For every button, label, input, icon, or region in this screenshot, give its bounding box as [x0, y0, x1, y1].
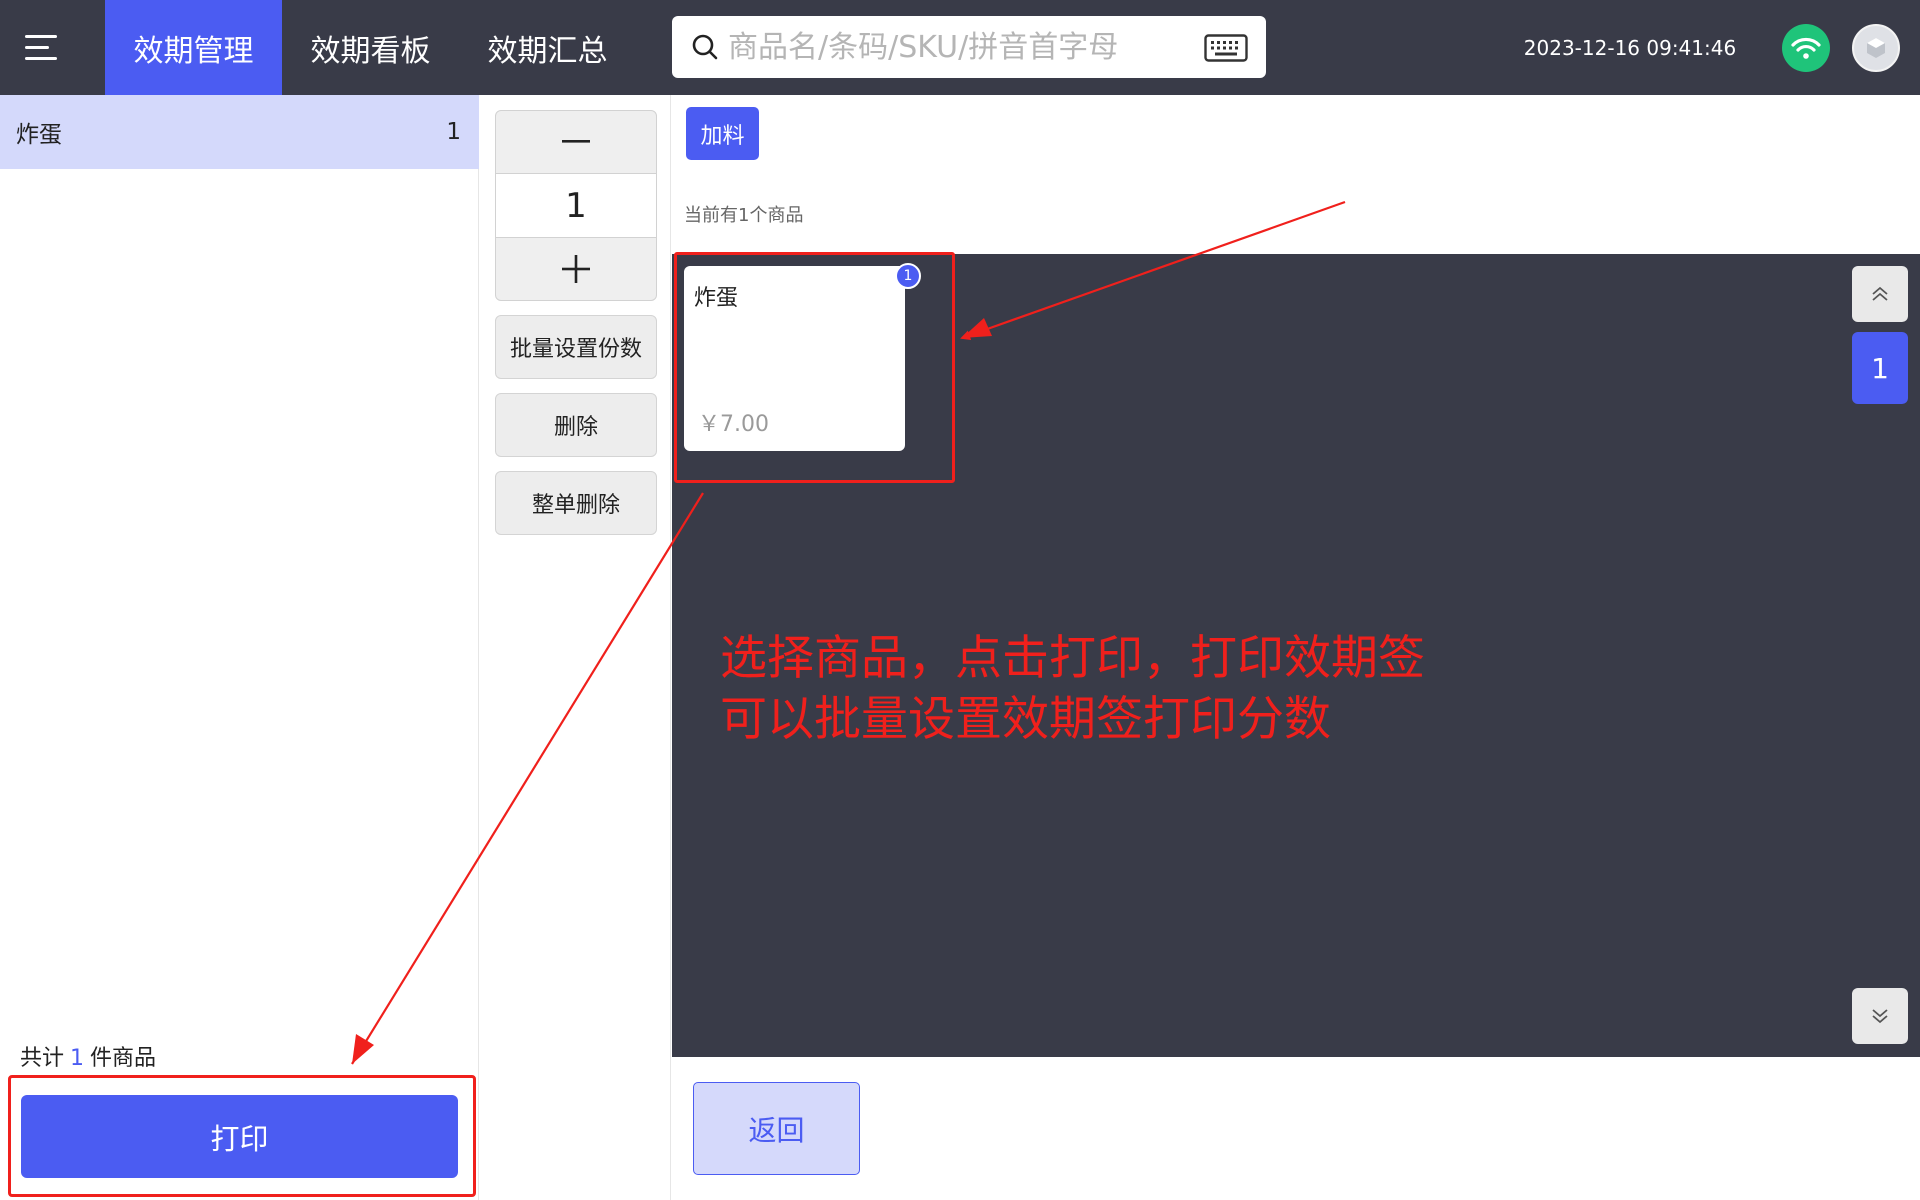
- tab-expiry-board[interactable]: 效期看板: [282, 0, 459, 95]
- tab-expiry-management[interactable]: 效期管理: [105, 0, 282, 95]
- tab-expiry-summary[interactable]: 效期汇总: [459, 0, 636, 95]
- decrease-button[interactable]: [496, 111, 656, 173]
- total-prefix: 共计: [20, 1046, 65, 1071]
- delete-button[interactable]: 删除: [495, 393, 657, 457]
- search-box: [672, 16, 1266, 78]
- current-page-indicator[interactable]: 1: [1852, 332, 1908, 404]
- increase-button[interactable]: [496, 238, 656, 300]
- batch-set-copies-button[interactable]: 批量设置份数: [495, 315, 657, 379]
- keyboard-icon[interactable]: [1204, 34, 1248, 62]
- product-qty-badge: 1: [895, 263, 921, 289]
- print-button[interactable]: 打印: [21, 1095, 458, 1178]
- quantity-value[interactable]: 1: [496, 173, 656, 238]
- count-suffix: 个商品: [749, 205, 804, 226]
- annotation-line-2: 可以批量设置效期签打印分数: [720, 692, 1331, 747]
- back-button[interactable]: 返回: [693, 1082, 860, 1175]
- wifi-icon[interactable]: [1782, 24, 1830, 72]
- order-total: 共计 1 件商品: [20, 1040, 156, 1072]
- user-avatar[interactable]: [1852, 24, 1900, 72]
- delete-all-button[interactable]: 整单删除: [495, 471, 657, 535]
- order-list-panel: 炸蛋 1 共计 1 件商品 打印: [0, 95, 479, 1200]
- search-input[interactable]: [728, 24, 1188, 70]
- total-count: 1: [70, 1046, 85, 1071]
- menu-icon: [25, 34, 57, 61]
- catalog-header: 加料 当前有1个商品: [672, 95, 1920, 254]
- quantity-stepper: 1: [495, 110, 657, 301]
- product-price: ￥7.00: [698, 412, 769, 437]
- double-chevron-down-icon: [1872, 1009, 1888, 1024]
- category-tab[interactable]: 加料: [686, 107, 759, 160]
- order-item-qty: 1: [446, 119, 461, 145]
- menu-button[interactable]: [0, 0, 82, 95]
- search-icon: [692, 34, 718, 60]
- quantity-controls-panel: 1 批量设置份数 删除 整单删除: [480, 95, 671, 1200]
- datetime-display: 2023-12-16 09:41:46: [1523, 35, 1737, 60]
- product-name: 炸蛋: [694, 286, 739, 311]
- count-prefix: 当前有: [684, 205, 738, 226]
- order-item-name: 炸蛋: [16, 122, 62, 148]
- total-suffix: 件商品: [90, 1046, 157, 1071]
- catalog-footer: 返回: [672, 1057, 1920, 1200]
- annotation-text: 选择商品，点击打印，打印效期签 可以批量设置效期签打印分数: [720, 628, 1520, 750]
- count-number: 1: [738, 205, 750, 226]
- plus-icon: [562, 255, 590, 283]
- page-up-button[interactable]: [1852, 266, 1908, 322]
- annotation-line-1: 选择商品，点击打印，打印效期签: [720, 631, 1425, 686]
- order-item[interactable]: 炸蛋 1: [0, 95, 479, 169]
- top-bar: 效期管理 效期看板 效期汇总 2023-12-16 09:41:46: [0, 0, 1920, 95]
- product-count: 当前有1个商品: [684, 201, 803, 227]
- page-down-button[interactable]: [1852, 988, 1908, 1044]
- double-chevron-up-icon: [1872, 286, 1888, 301]
- product-card[interactable]: 炸蛋 ￥7.00 1: [684, 263, 921, 451]
- minus-icon: [562, 140, 590, 143]
